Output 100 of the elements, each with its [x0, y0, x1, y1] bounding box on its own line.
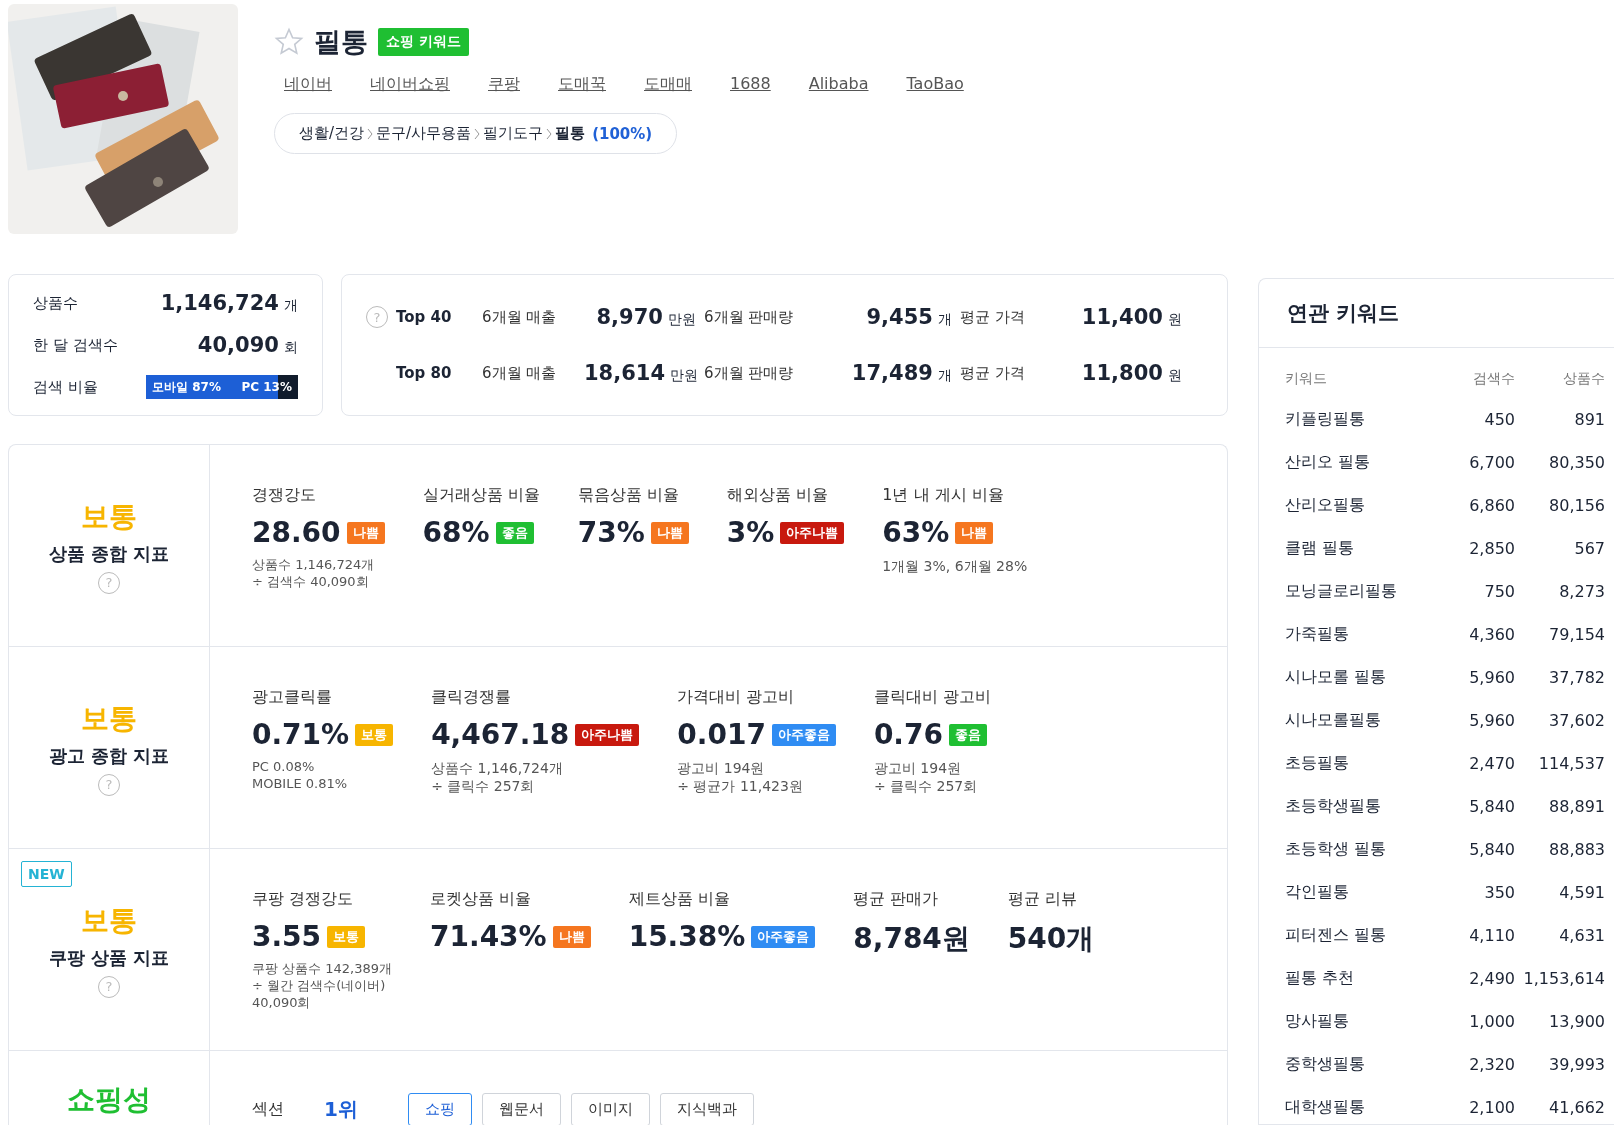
metric-note: 상품수 1,146,724개: [431, 759, 564, 778]
keyword-link[interactable]: 초등학생 필통: [1285, 839, 1425, 860]
grade-badge: 나쁨: [552, 925, 591, 948]
table-cell-text: 891: [1573, 410, 1605, 429]
grade-label: 쇼핑성: [67, 1082, 151, 1118]
table-cell-text: 350: [1483, 883, 1515, 902]
keyword-link[interactable]: 필통 추천: [1285, 968, 1425, 989]
keyword-link[interactable]: 시나모롤필통: [1285, 710, 1425, 731]
grade-badge: 좋음: [949, 723, 987, 746]
metric-value: 63%: [882, 516, 950, 549]
chevron-icon: [474, 127, 481, 140]
metric-value: 3%: [726, 516, 775, 549]
keyword-link[interactable]: 피터젠스 필통: [1285, 925, 1425, 946]
section-rank: 1위: [324, 1095, 358, 1123]
stat-value: 9,455 개: [865, 305, 953, 329]
stat-label: 6개월 판매량: [704, 307, 795, 327]
stat-value: 8,970 만원: [595, 305, 697, 329]
metric-value: 15.38%: [628, 920, 746, 953]
keyword-link[interactable]: 모닝글로리필통: [1285, 581, 1425, 602]
chevron-icon: [546, 127, 553, 140]
chevron-icon: [367, 127, 374, 140]
table-cell-text: 1,000: [1468, 1012, 1515, 1031]
star-icon[interactable]: [274, 27, 304, 57]
keyword-link[interactable]: 망사필통: [1285, 1011, 1425, 1032]
table-cell-text: 5,840: [1468, 840, 1515, 859]
metric-note: 1개월 3%, 6개월 28%: [882, 557, 1028, 576]
stat-label: 6개월 매출: [482, 363, 558, 383]
metric-label: 쿠팡 경쟁강도: [252, 889, 355, 910]
table-cell-text: 6,860: [1468, 496, 1515, 515]
table-cell-text: 2,100: [1468, 1098, 1515, 1117]
metric-label: 클릭경쟁률: [431, 687, 513, 708]
column-header: 키워드: [1285, 370, 1328, 388]
table-cell-text: 88,883: [1548, 840, 1605, 859]
site-link[interactable]: 네이버쇼핑: [370, 74, 450, 95]
indicator-title: 광고 종합 지표: [48, 743, 170, 768]
stat-label: 한 달 검색수: [33, 335, 118, 355]
table-cell-text: 4,110: [1468, 926, 1515, 945]
section-tab[interactable]: 이미지: [570, 1092, 650, 1125]
rank-label: Top 40: [396, 308, 453, 326]
grade-badge: 보통: [355, 723, 394, 746]
table-cell-text: 80,156: [1548, 496, 1605, 515]
keyword-tag: 쇼핑 키워드: [378, 28, 469, 56]
indicator-title: 상품 종합 지표: [48, 541, 170, 566]
section-label: 섹션: [252, 1098, 284, 1120]
metric-note: 광고비 194원: [677, 759, 766, 778]
site-link[interactable]: Alibaba: [808, 74, 869, 95]
site-link[interactable]: 쿠팡: [488, 74, 520, 95]
metric-label: 평균 리뷰: [1007, 889, 1078, 910]
metric-value: 0.017: [677, 718, 766, 751]
table-cell-text: 37,602: [1548, 711, 1605, 730]
keyword-link[interactable]: 시나모롤 필통: [1285, 667, 1425, 688]
keyword-link[interactable]: 초등학생필통: [1285, 796, 1425, 817]
keyword-link[interactable]: 키플링필통: [1285, 409, 1425, 430]
table-cell-text: 1,153,614: [1522, 969, 1605, 988]
metric-value: 0.71%: [252, 718, 350, 751]
site-link[interactable]: 도매꾹: [558, 74, 606, 95]
section-tab[interactable]: 지식백과: [659, 1092, 754, 1125]
table-cell-text: 8,273: [1558, 582, 1605, 601]
table-cell-text: 114,537: [1537, 754, 1605, 773]
grade-badge: 아주좋음: [771, 723, 836, 746]
metric-note: PC 0.08%: [252, 759, 316, 776]
stat-value: 17,489 개: [850, 361, 953, 385]
column-header: 검색수: [1472, 370, 1515, 388]
table-cell-text: 13,900: [1548, 1012, 1605, 1031]
mobile-share-label: 모바일 87%: [152, 378, 221, 396]
pc-share-label: PC 13%: [241, 380, 292, 394]
panel-title: 연관 키워드: [1259, 279, 1614, 348]
keyword-link[interactable]: 산리오 필통: [1285, 452, 1425, 473]
keyword-link[interactable]: 대학생필통: [1285, 1097, 1425, 1118]
site-link[interactable]: 네이버: [284, 74, 332, 95]
keyword-link[interactable]: 클램 필통: [1285, 538, 1425, 559]
indicator-title: 쿠팡 상품 지표: [48, 945, 170, 970]
keyword-link[interactable]: 중학생필통: [1285, 1054, 1425, 1075]
site-link[interactable]: 도매매: [644, 74, 692, 95]
site-link[interactable]: TaoBao: [906, 74, 964, 95]
metric-note: ÷ 클릭수 257회: [873, 777, 979, 796]
metric-note: 40,090회: [252, 994, 312, 1012]
grade-badge: 나쁨: [955, 521, 994, 544]
section-tab[interactable]: 웹문서: [481, 1092, 561, 1125]
table-cell-text: 567: [1573, 539, 1605, 558]
keyword-link[interactable]: 초등필통: [1285, 753, 1425, 774]
metric-label: 묶음상품 비율: [577, 485, 680, 506]
keyword-link[interactable]: 각인필통: [1285, 882, 1425, 903]
table-cell-text: 5,960: [1468, 711, 1515, 730]
metric-label: 클릭대비 광고비: [873, 687, 991, 708]
metric-label: 1년 내 게시 비율: [882, 485, 1005, 506]
grade-label: 보통: [81, 902, 137, 939]
metric-value: 8,784원: [853, 921, 970, 957]
site-link[interactable]: 1688: [730, 74, 771, 95]
metric-value: 71.43%: [430, 920, 547, 953]
metric-note: 쿠팡 상품수 142,389개: [252, 961, 393, 978]
column-header: 상품수: [1562, 370, 1605, 388]
stat-value: 1,146,724 개: [160, 291, 298, 315]
keyword-link[interactable]: 산리오필통: [1285, 495, 1425, 516]
table-cell-text: 2,470: [1468, 754, 1515, 773]
keyword-link[interactable]: 가죽필통: [1285, 624, 1425, 645]
section-tab[interactable]: 쇼핑: [407, 1092, 472, 1125]
grade-badge: 보통: [327, 925, 366, 948]
grade-label: 보통: [81, 700, 137, 737]
grade-badge: 아주나쁨: [780, 521, 845, 544]
